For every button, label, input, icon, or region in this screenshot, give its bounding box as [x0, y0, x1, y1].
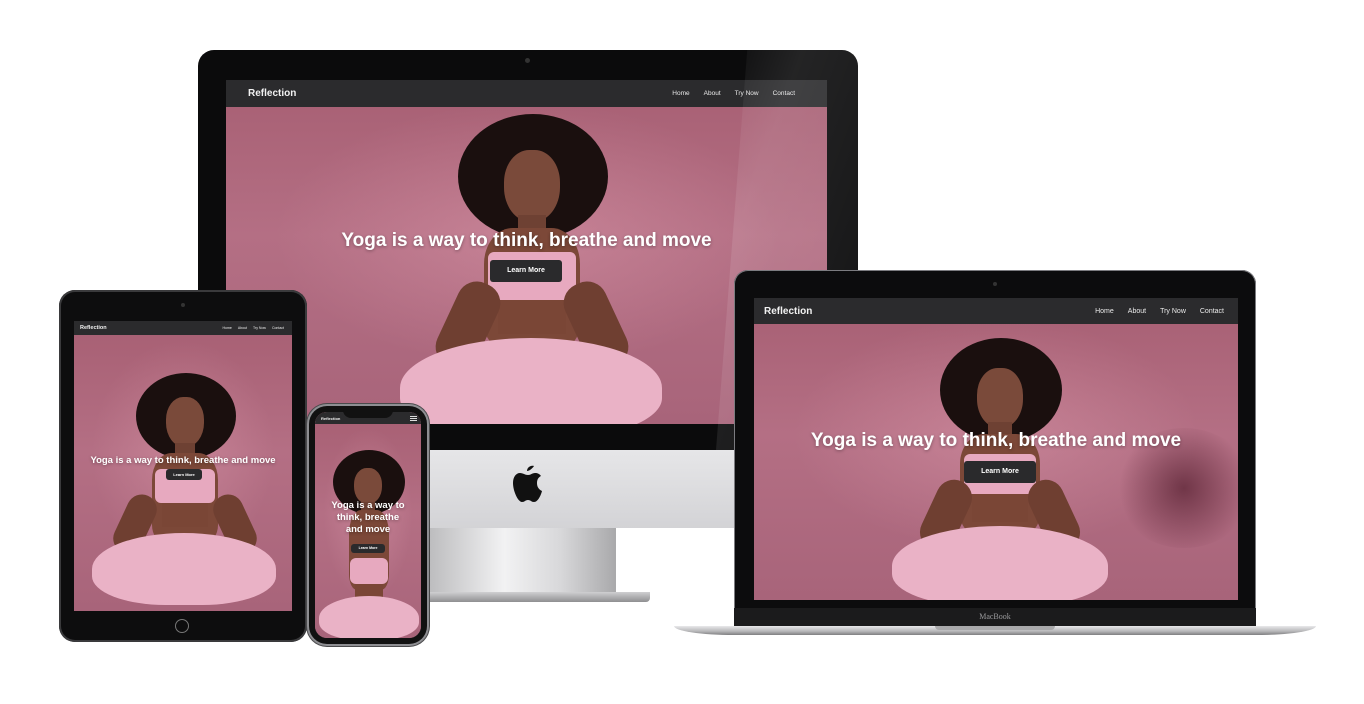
imac-camera [525, 58, 530, 63]
navbar: Reflection Home About Try Now Contact [226, 80, 827, 107]
nav-home[interactable]: Home [223, 326, 232, 330]
brand-logo[interactable]: Reflection [764, 306, 812, 317]
tablet-camera [181, 303, 185, 307]
tablet-screen: Reflection Home About Try Now Contact Yo… [74, 321, 292, 611]
tablet-home-button[interactable] [175, 619, 189, 633]
navbar: Reflection Home About Try Now Contact [74, 321, 292, 335]
hero-title-line-1: Yoga is a way to [331, 500, 405, 511]
brand-logo[interactable]: Reflection [248, 88, 296, 99]
nav-home[interactable]: Home [1095, 308, 1114, 315]
nav-contact[interactable]: Contact [272, 326, 284, 330]
hamburger-menu-icon[interactable] [410, 415, 417, 421]
brand-logo[interactable]: Reflection [80, 325, 107, 331]
nav-contact[interactable]: Contact [1200, 308, 1224, 315]
brand-logo[interactable]: Reflection [321, 416, 340, 421]
nav-menu: Home About Try Now Contact [1095, 308, 1224, 315]
nav-home[interactable]: Home [672, 90, 689, 97]
laptop-label: MacBook [734, 608, 1256, 626]
phone-screen: Reflection Yoga is a way to think, breat… [315, 412, 421, 638]
hero-title-line-3: and move [345, 524, 391, 535]
laptop-screen: Reflection Home About Try Now Contact Yo… [754, 298, 1238, 600]
navbar: Reflection Home About Try Now Contact [754, 298, 1238, 324]
nav-menu: Home About Try Now Contact [223, 326, 284, 330]
learn-more-button[interactable]: Learn More [490, 260, 562, 282]
hero-title: Yoga is a way to think, breathe and move [810, 430, 1182, 451]
apple-logo-icon [513, 465, 542, 502]
nav-try-now[interactable]: Try Now [253, 326, 266, 330]
imac-foot [420, 592, 650, 602]
learn-more-button[interactable]: Learn More [166, 469, 202, 480]
laptop-camera [993, 282, 997, 286]
hero-title: Yoga is a way to think, breathe and move [315, 500, 421, 536]
hero-image [319, 446, 419, 638]
nav-about[interactable]: About [704, 90, 721, 97]
nav-about[interactable]: About [1128, 308, 1146, 315]
laptop-notch [935, 626, 1055, 630]
imac-stand [430, 528, 616, 596]
hero-title: Yoga is a way to think, breathe and move [90, 455, 276, 466]
hero-title-line-2: think, breathe [336, 512, 400, 523]
phone-notch [343, 410, 393, 418]
nav-try-now[interactable]: Try Now [1160, 308, 1186, 315]
nav-about[interactable]: About [238, 326, 247, 330]
learn-more-button[interactable]: Learn More [351, 544, 385, 553]
hero-image [84, 369, 284, 609]
learn-more-button[interactable]: Learn More [964, 461, 1036, 483]
